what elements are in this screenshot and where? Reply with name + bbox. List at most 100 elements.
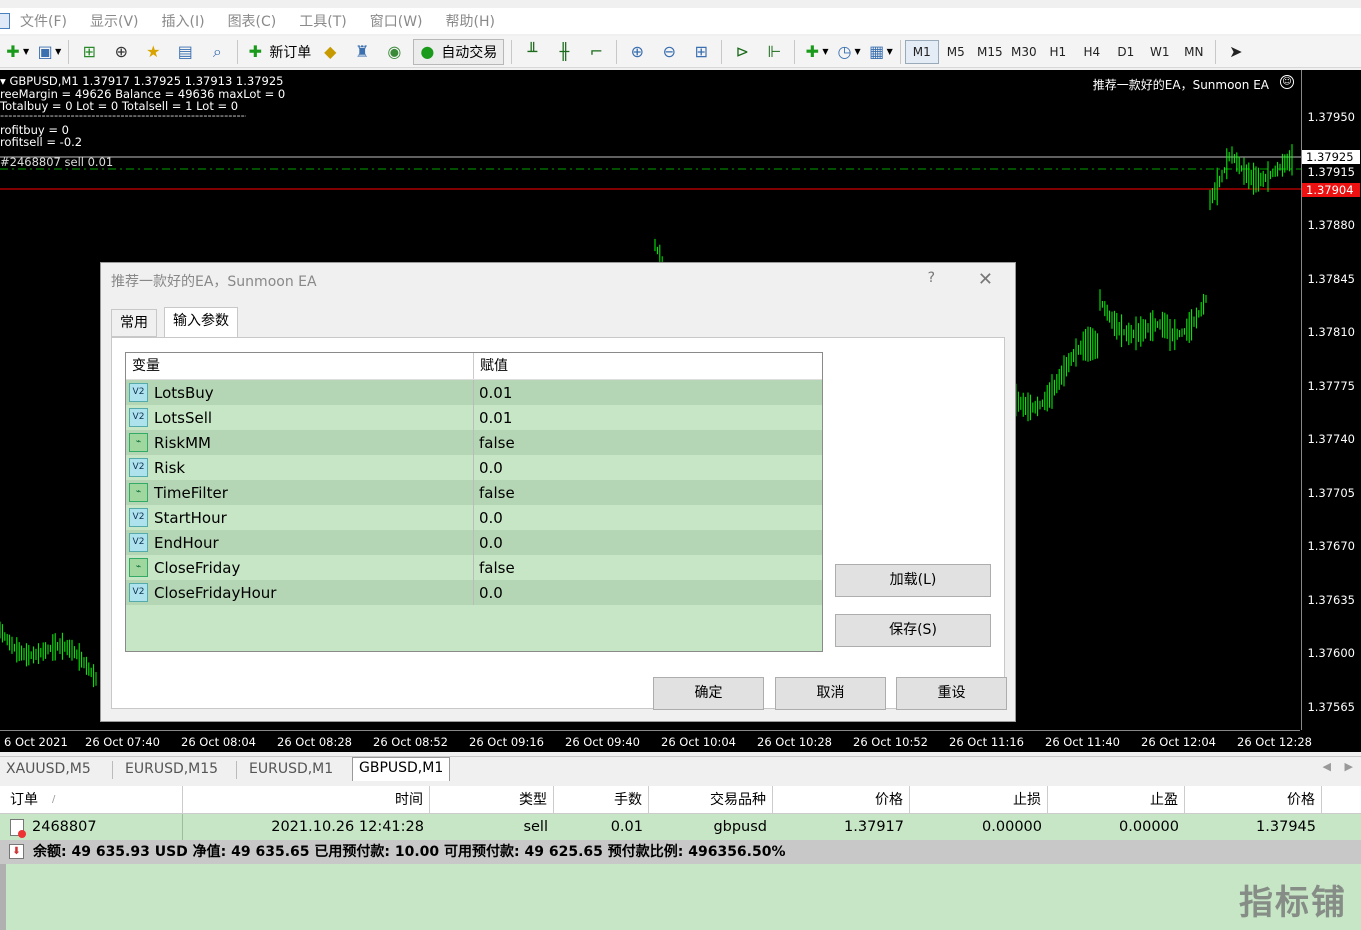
tab-eurusd-m15[interactable]: EURUSD,M15	[119, 759, 224, 779]
param-value[interactable]: 0.0	[474, 509, 503, 527]
timeframe-w1[interactable]: W1	[1143, 45, 1177, 59]
zoom-in-button[interactable]: ⊕	[624, 39, 650, 65]
ask-price-tag: 1.37904	[1302, 183, 1360, 197]
param-row[interactable]: V2 CloseFridayHour 0.0	[126, 580, 822, 605]
col-sl[interactable]: 止损	[910, 786, 1048, 813]
candlesticks-icon: ╫	[559, 41, 570, 61]
menu-help[interactable]: 帮助(H)	[446, 11, 495, 31]
param-value[interactable]: false	[474, 434, 515, 452]
col-symbol[interactable]: 交易品种	[649, 786, 773, 813]
order-sl: 0.00000	[982, 819, 1042, 835]
param-value[interactable]: false	[474, 484, 515, 502]
param-row[interactable]: ⌁ TimeFilter false	[126, 480, 822, 505]
menu-file[interactable]: 文件(F)	[20, 11, 67, 31]
param-row[interactable]: V2 StartHour 0.0	[126, 505, 822, 530]
price-axis[interactable]: 1.37950 1.37880 1.37845 1.37810 1.37775 1.377…	[1301, 70, 1361, 730]
timeframe-m1[interactable]: M1	[904, 39, 939, 64]
param-value[interactable]: 0.0	[474, 534, 503, 552]
timeframe-mn[interactable]: MN	[1177, 45, 1211, 59]
order-row[interactable]: 2468807 2021.10.26 12:41:28 sell 0.01 gb…	[0, 814, 1361, 840]
menu-view[interactable]: 显示(V)	[90, 11, 139, 31]
reset-button[interactable]: 重设	[896, 677, 1007, 710]
param-value[interactable]: 0.01	[474, 409, 512, 427]
zoom-out-button[interactable]: ⊖	[656, 39, 682, 65]
timeframe-m15[interactable]: M15	[973, 45, 1007, 59]
market-watch-button[interactable]: ⊞	[76, 39, 102, 65]
market-watch-icon: ⊞	[82, 41, 97, 61]
col-order[interactable]: 订单 /	[0, 786, 183, 813]
new-chart-button[interactable]: ✚ ▼	[3, 39, 29, 65]
auto-trading-icon: ●	[420, 41, 435, 61]
cancel-button[interactable]: 取消	[775, 677, 886, 710]
menu-tools[interactable]: 工具(T)	[299, 11, 346, 31]
menu-insert[interactable]: 插入(I)	[162, 11, 205, 31]
ok-button[interactable]: 确定	[653, 677, 764, 710]
param-row[interactable]: V2 EndHour 0.0	[126, 530, 822, 555]
auto-scroll-button[interactable]: ⊳	[729, 39, 755, 65]
param-value[interactable]: 0.01	[474, 384, 512, 402]
data-window-button[interactable]: ⊕	[108, 39, 134, 65]
param-name: RiskMM	[154, 433, 211, 452]
metaeditor-button[interactable]: ◆	[317, 39, 343, 65]
param-name-cell: V2 LotsBuy	[126, 380, 474, 405]
param-row[interactable]: ⌁ CloseFriday false	[126, 555, 822, 580]
time-label: 6 Oct 2021	[4, 735, 68, 749]
table-header: 变量 赋值	[126, 353, 822, 380]
candlesticks-button[interactable]: ╫	[551, 39, 577, 65]
param-row[interactable]: V2 Risk 0.0	[126, 455, 822, 480]
col-tp[interactable]: 止盈	[1048, 786, 1185, 813]
timeframe-h1[interactable]: H1	[1041, 45, 1075, 59]
account-summary-text: 余额: 49 635.93 USD 净值: 49 635.65 已用预付款: 1…	[33, 844, 786, 860]
time-axis[interactable]: 6 Oct 2021 26 Oct 07:40 26 Oct 08:04 26 Oct…	[0, 730, 1312, 752]
param-row[interactable]: V2 LotsBuy 0.01	[126, 380, 822, 405]
balance-icon: ⬇	[9, 844, 24, 859]
tab-gbpusd-m1[interactable]: GBPUSD,M1	[352, 757, 451, 781]
col-current-price[interactable]: 价格	[1185, 786, 1322, 813]
help-button[interactable]: ?	[928, 270, 935, 286]
auto-trading-button[interactable]: ● 自动交易	[413, 38, 505, 65]
tab-common[interactable]: 常用	[111, 309, 157, 337]
col-price[interactable]: 价格	[773, 786, 910, 813]
bar-chart-button[interactable]: ╨	[519, 39, 545, 65]
signals-button[interactable]: ♜	[349, 39, 375, 65]
tab-xauusd-m5[interactable]: XAUUSD,M5	[0, 759, 97, 779]
param-row[interactable]: V2 LotsSell 0.01	[126, 405, 822, 430]
scroll-right-icon[interactable]: ▶	[1345, 760, 1353, 773]
close-icon[interactable]: ✕	[978, 269, 993, 290]
load-button[interactable]: 加载(L)	[835, 564, 991, 597]
periods-button[interactable]: ◷ ▼	[834, 39, 860, 65]
timeframe-h4[interactable]: H4	[1075, 45, 1109, 59]
tab-inputs[interactable]: 输入参数	[164, 307, 238, 338]
timeframe-m30[interactable]: M30	[1007, 45, 1041, 59]
param-value[interactable]: false	[474, 559, 515, 577]
timeframe-m5[interactable]: M5	[939, 45, 973, 59]
tile-windows-button[interactable]: ⊞	[688, 39, 714, 65]
menu-window[interactable]: 窗口(W)	[370, 11, 423, 31]
strategy-tester-button[interactable]: ⌕	[204, 39, 230, 65]
col-lots[interactable]: 手数	[554, 786, 649, 813]
cursor-button[interactable]: ➤	[1223, 39, 1249, 65]
profiles-button[interactable]: ▣ ▼	[35, 39, 62, 65]
navigator-button[interactable]: ★	[140, 39, 166, 65]
param-value[interactable]: 0.0	[474, 584, 503, 602]
scroll-left-icon[interactable]: ◀	[1323, 760, 1331, 773]
chart-shift-button[interactable]: ⊩	[761, 39, 787, 65]
templates-button[interactable]: ▦ ▼	[867, 39, 893, 65]
timeframe-d1[interactable]: D1	[1109, 45, 1143, 59]
column-variable[interactable]: 变量	[126, 353, 474, 379]
col-type[interactable]: 类型	[430, 786, 554, 813]
param-value[interactable]: 0.0	[474, 459, 503, 477]
new-order-button[interactable]: ✚ 新订单	[245, 39, 312, 65]
indicators-button[interactable]: ✚ ▼	[802, 39, 829, 65]
sort-indicator: /	[52, 794, 56, 805]
tab-eurusd-m1[interactable]: EURUSD,M1	[243, 759, 339, 779]
col-time[interactable]: 时间	[183, 786, 430, 813]
line-chart-button[interactable]: ⌐	[583, 39, 609, 65]
save-button[interactable]: 保存(S)	[835, 614, 991, 647]
order-line-label[interactable]: #2468807 sell 0.01	[0, 155, 113, 169]
param-row[interactable]: ⌁ RiskMM false	[126, 430, 822, 455]
market-button[interactable]: ◉	[381, 39, 407, 65]
column-value[interactable]: 赋值	[474, 353, 508, 379]
terminal-button[interactable]: ▤	[172, 39, 198, 65]
menu-charts[interactable]: 图表(C)	[228, 11, 277, 31]
